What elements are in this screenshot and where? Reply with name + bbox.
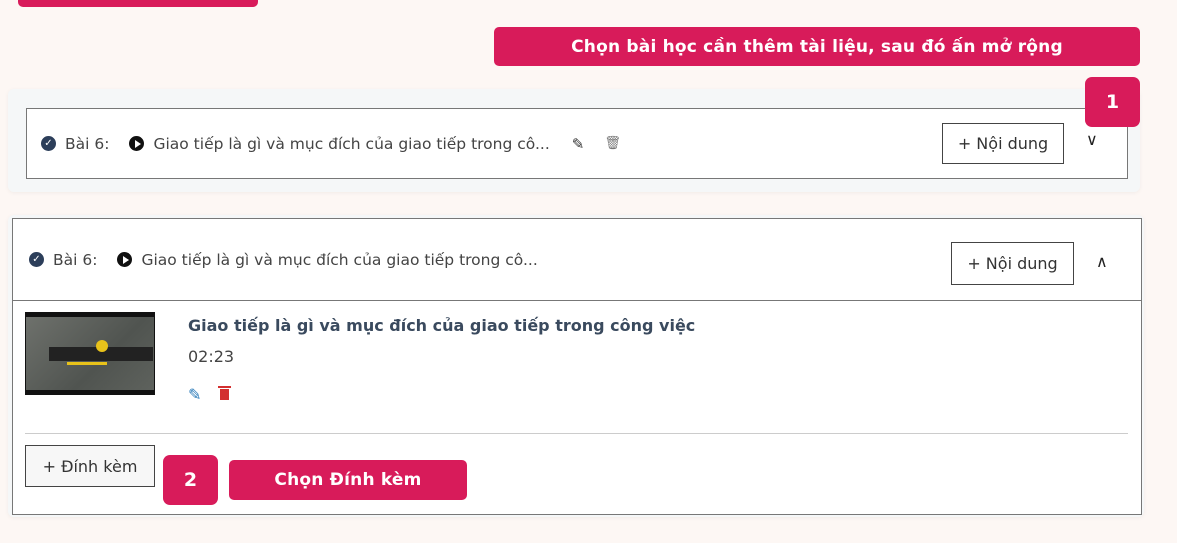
- step1-badge: 1: [1085, 77, 1140, 127]
- play-circle-icon: [117, 252, 133, 267]
- lesson-label: Bài 6:: [65, 134, 110, 153]
- previous-callout: [18, 0, 258, 7]
- step1-callout: Chọn bài học cần thêm tài liệu, sau đó ấ…: [494, 27, 1140, 66]
- video-thumbnail[interactable]: [25, 312, 155, 395]
- pencil-icon[interactable]: ✎: [188, 385, 201, 404]
- trash-icon[interactable]: 🗑: [604, 136, 621, 151]
- add-content-button[interactable]: + Nội dung: [942, 123, 1064, 164]
- pencil-icon[interactable]: ✎: [572, 135, 585, 153]
- video-duration: 02:23: [188, 347, 235, 366]
- lesson-title: Giao tiếp là gì và mục đích của giao tiế…: [153, 134, 550, 153]
- lesson-title: Giao tiếp là gì và mục đích của giao tiế…: [141, 250, 538, 269]
- divider: [25, 433, 1128, 434]
- check-circle-icon: ✓: [41, 136, 56, 151]
- play-circle-icon: [129, 136, 145, 151]
- step2-callout: Chọn Đính kèm: [229, 460, 467, 500]
- lesson-label: Bài 6:: [53, 250, 98, 269]
- step1-callout-text: Chọn bài học cần thêm tài liệu, sau đó ấ…: [571, 36, 1063, 57]
- check-circle-icon: ✓: [29, 252, 44, 267]
- step2-badge: 2: [163, 455, 218, 505]
- attach-button[interactable]: + Đính kèm: [25, 445, 155, 487]
- step2-callout-text: Chọn Đính kèm: [274, 470, 422, 490]
- add-content-button[interactable]: + Nội dung: [951, 242, 1074, 285]
- video-title: Giao tiếp là gì và mục đích của giao tiế…: [188, 316, 696, 335]
- chevron-down-icon[interactable]: ∨: [1086, 130, 1098, 149]
- trash-icon[interactable]: [218, 386, 231, 400]
- chevron-up-icon[interactable]: ∧: [1096, 252, 1108, 271]
